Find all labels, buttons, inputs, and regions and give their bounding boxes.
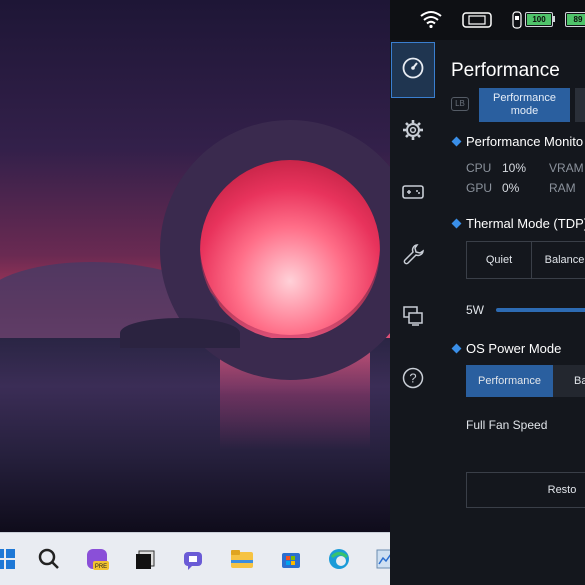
sidebar-item-controller[interactable] — [391, 166, 435, 222]
section-marker — [451, 343, 462, 354]
gpu-value: 0% — [502, 181, 520, 195]
vram-label: VRAM — [549, 161, 584, 175]
balance-button[interactable]: Balance — [532, 241, 585, 279]
tab-next[interactable] — [575, 88, 585, 122]
speedometer-icon — [402, 57, 424, 84]
svg-text:?: ? — [409, 370, 416, 385]
gamepad-icon — [402, 184, 424, 205]
sidebar-item-display[interactable] — [391, 290, 435, 346]
monitor-icon — [402, 305, 424, 332]
gpu-label: GPU — [466, 181, 493, 195]
monitor-title: Performance Monito — [466, 134, 584, 149]
sidebar-item-help[interactable]: ? — [391, 352, 435, 408]
sidebar-item-tools[interactable] — [391, 228, 435, 284]
battery-right: 89 — [565, 12, 585, 27]
main-content: Performance LB Performance mode Performa… — [440, 40, 585, 585]
wallpaper-island — [120, 318, 240, 348]
section-marker — [451, 136, 462, 147]
page-title: Performance — [451, 60, 560, 81]
quiet-button[interactable]: Quiet — [466, 241, 532, 279]
edge-icon[interactable] — [326, 546, 352, 572]
restore-button[interactable]: Resto — [466, 472, 585, 508]
restore-label: Resto — [547, 484, 577, 496]
copilot-icon[interactable]: PRE — [84, 546, 110, 572]
screen: PRE 100 89 ? Performance LB Performance … — [0, 0, 585, 585]
battery-left: 100 — [525, 12, 553, 27]
sidebar-item-performance[interactable] — [391, 42, 435, 98]
wrench-icon — [402, 243, 424, 270]
windows-start-icon[interactable] — [0, 546, 18, 572]
gear-icon — [402, 119, 424, 146]
controller-icon — [512, 11, 522, 34]
cpu-value: 10% — [502, 161, 527, 175]
ram-label: RAM — [549, 181, 576, 195]
task-view-icon[interactable] — [132, 546, 158, 572]
file-explorer-icon[interactable] — [229, 546, 255, 572]
thermal-title: Thermal Mode (TDP) — [466, 216, 585, 231]
handheld-device-icon — [462, 11, 492, 34]
wifi-icon[interactable] — [420, 10, 442, 33]
power-performance-button[interactable]: Performance — [466, 365, 553, 397]
power-mode-title: OS Power Mode — [466, 341, 562, 356]
section-marker — [451, 218, 462, 229]
battery-left-tip — [553, 16, 555, 22]
power-balanced-button[interactable]: Ba — [553, 365, 585, 397]
help-icon: ? — [402, 367, 424, 394]
tdp-slider-label: 5W — [466, 303, 484, 317]
taskbar: PRE — [0, 532, 394, 585]
lb-button-hint: LB — [451, 97, 469, 111]
cpu-label: CPU — [466, 161, 492, 175]
sidebar-item-settings[interactable] — [391, 104, 435, 160]
desktop-wallpaper — [0, 0, 390, 532]
status-bar: 100 89 — [390, 0, 585, 40]
sidebar: ? — [390, 40, 437, 585]
tab-performance-mode[interactable]: Performance mode — [479, 88, 570, 122]
search-icon[interactable] — [36, 546, 62, 572]
tdp-slider[interactable] — [496, 308, 585, 312]
fan-speed-label: Full Fan Speed — [466, 418, 548, 432]
svg-text:PRE: PRE — [95, 564, 107, 570]
store-icon[interactable] — [278, 546, 304, 572]
teams-icon[interactable] — [180, 546, 206, 572]
